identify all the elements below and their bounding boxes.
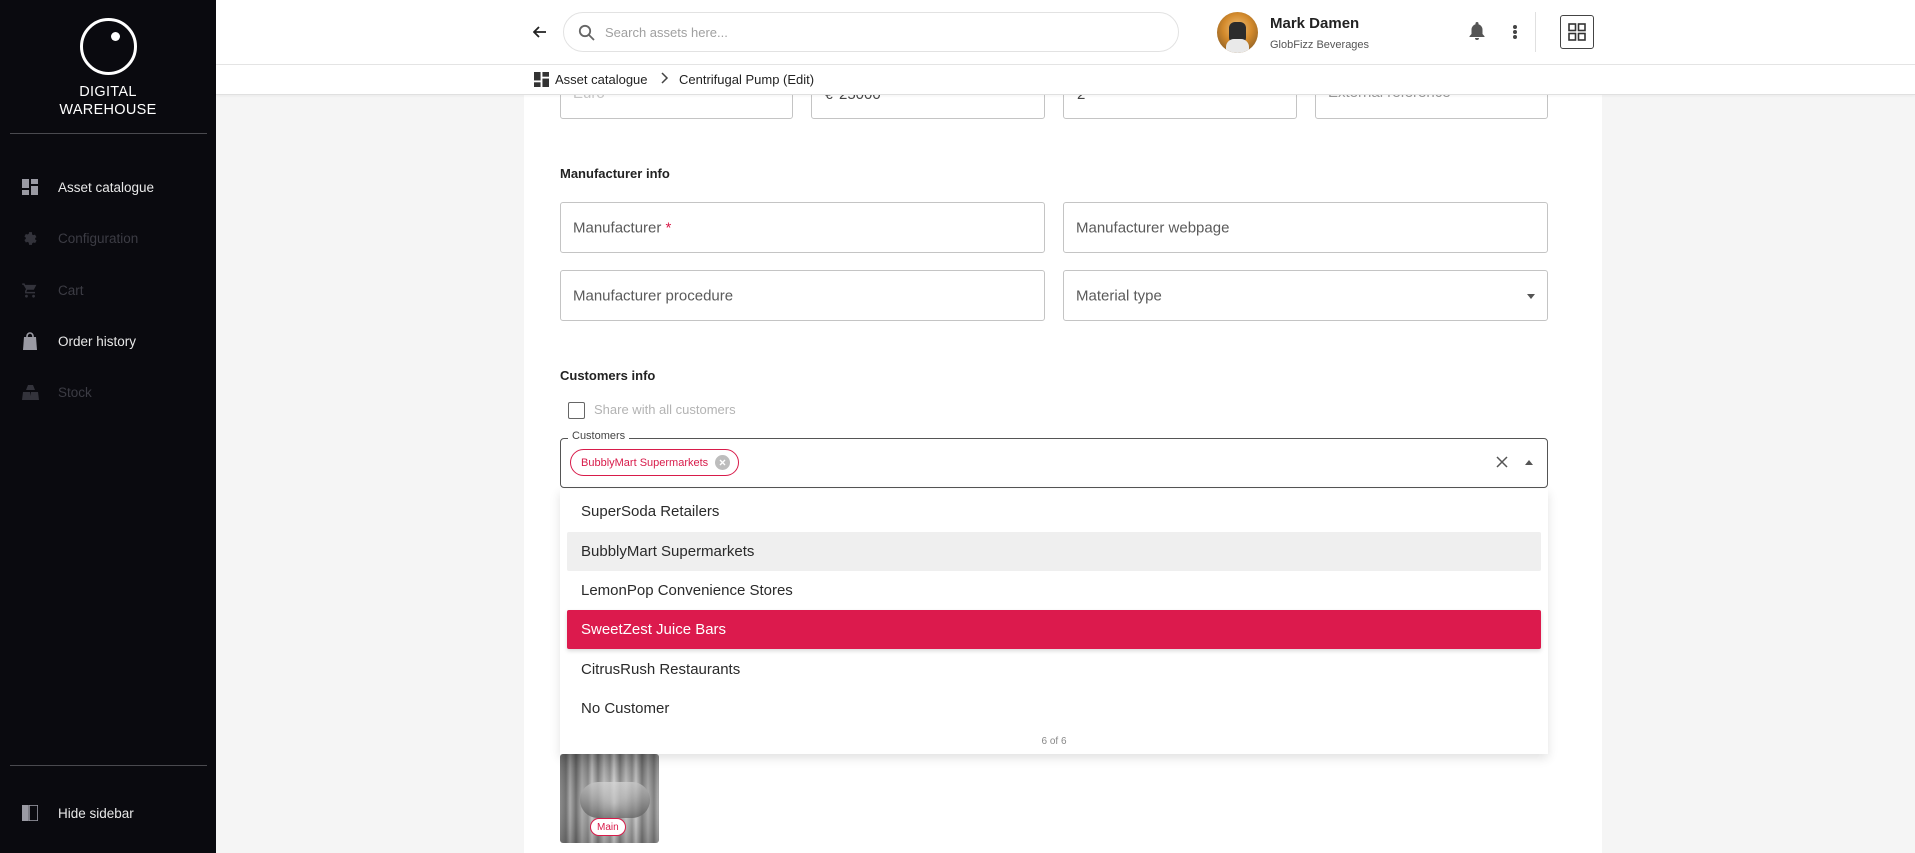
caret-down-icon [1527,293,1535,299]
apps-button[interactable] [1560,15,1594,49]
option-sweetzest-juice-bars[interactable]: SweetZest Juice Bars [567,610,1541,649]
search-icon [578,24,595,41]
breadcrumb-asset-catalogue[interactable]: Asset catalogue [555,72,648,87]
dashboard-icon [534,72,549,87]
user-organization: GlobFizz Beverages [1270,39,1370,51]
stock-icon [21,383,39,401]
sidebar-divider [10,765,207,766]
header-divider [1535,12,1536,52]
search-bar[interactable] [563,12,1179,52]
sidebar-item-label: Stock [58,384,92,400]
back-button[interactable] [528,20,552,44]
chip-label: BubblyMart Supermarkets [581,456,709,469]
search-input[interactable] [605,24,1145,40]
manufacturer-procedure-field[interactable]: Manufacturer procedure [560,270,1045,321]
hide-sidebar-label: Hide sidebar [58,805,134,821]
avatar[interactable] [1217,12,1258,53]
sidebar-item-label: Asset catalogue [58,179,155,195]
sidebar-item-configuration: Configuration [0,223,216,253]
material-type-label: Material type [1076,287,1162,304]
user-name: Mark Damen [1270,15,1360,32]
sidebar-item-stock: Stock [0,377,216,407]
sidebar-item-order-history[interactable]: Order history [0,326,216,356]
options-count: 6 of 6 [1041,736,1067,747]
logo-mark-icon [79,18,137,75]
hide-sidebar-button[interactable]: Hide sidebar [0,798,216,828]
manufacturer-procedure-label: Manufacturer procedure [573,287,734,304]
notifications-button[interactable] [1469,22,1489,42]
cart-icon [21,281,39,299]
sidebar-toggle-icon [21,804,39,822]
dashboard-icon [21,178,39,196]
sidebar-item-label: Order history [58,333,137,349]
logo-text: DIGITAL WAREHOUSE [59,84,157,118]
grid-icon [1568,23,1586,41]
sidebar-item-label: Cart [58,282,84,298]
shopping-bag-icon [21,332,39,350]
manufacturer-section-title: Manufacturer info [560,166,670,181]
option-supersoda-retailers[interactable]: SuperSoda Retailers [567,492,1541,531]
option-lemonpop-convenience-stores[interactable]: LemonPop Convenience Stores [567,571,1541,610]
customers-autocomplete[interactable]: Customers BubblyMart Supermarkets [560,430,1548,488]
caret-up-icon[interactable] [1525,460,1533,465]
main-image-badge: Main [590,818,626,836]
customers-dropdown: SuperSoda Retailers BubblyMart Supermark… [560,489,1548,754]
top-bar: Mark Damen GlobFizz Beverages [216,0,1915,65]
more-vert-icon [1513,25,1517,29]
customers-label: Customers [568,430,630,442]
customers-section-title: Customers info [560,368,656,383]
share-all-checkbox[interactable] [568,402,585,419]
app-logo[interactable]: DIGITAL WAREHOUSE [0,18,216,119]
arrow-left-icon [533,26,546,38]
breadcrumb: Asset catalogue Centrifugal Pump (Edit) [216,65,1915,95]
sidebar-item-label: Configuration [58,230,139,246]
clear-icon[interactable] [1493,453,1511,471]
sidebar-item-asset-catalogue[interactable]: Asset catalogue [0,172,216,202]
chip-remove-icon[interactable] [715,455,731,470]
asset-image-thumbnail[interactable]: Main [560,754,659,843]
sidebar-item-cart: Cart [0,275,216,305]
option-citrusrush-restaurants[interactable]: CitrusRush Restaurants [567,650,1541,689]
bell-icon [1469,22,1485,40]
gear-icon [21,229,39,247]
customer-chip[interactable]: BubblyMart Supermarkets [570,449,740,476]
more-options-button[interactable] [1508,22,1522,42]
sidebar: DIGITAL WAREHOUSE Asset catalogue Config… [0,0,216,853]
manufacturer-webpage-label: Manufacturer webpage [1076,219,1230,236]
material-type-select[interactable]: Material type [1063,270,1548,321]
breadcrumb-current: Centrifugal Pump (Edit) [679,72,815,87]
chevron-right-icon [659,71,669,88]
option-no-customer[interactable]: No Customer [567,689,1541,728]
option-bubblymart-supermarkets[interactable]: BubblyMart Supermarkets [567,532,1541,571]
share-all-label: Share with all customers [594,402,736,417]
manufacturer-field[interactable]: Manufacturer * [560,202,1045,253]
manufacturer-label: Manufacturer * [573,219,672,236]
manufacturer-webpage-field[interactable]: Manufacturer webpage [1063,202,1548,253]
sidebar-divider [10,133,207,134]
